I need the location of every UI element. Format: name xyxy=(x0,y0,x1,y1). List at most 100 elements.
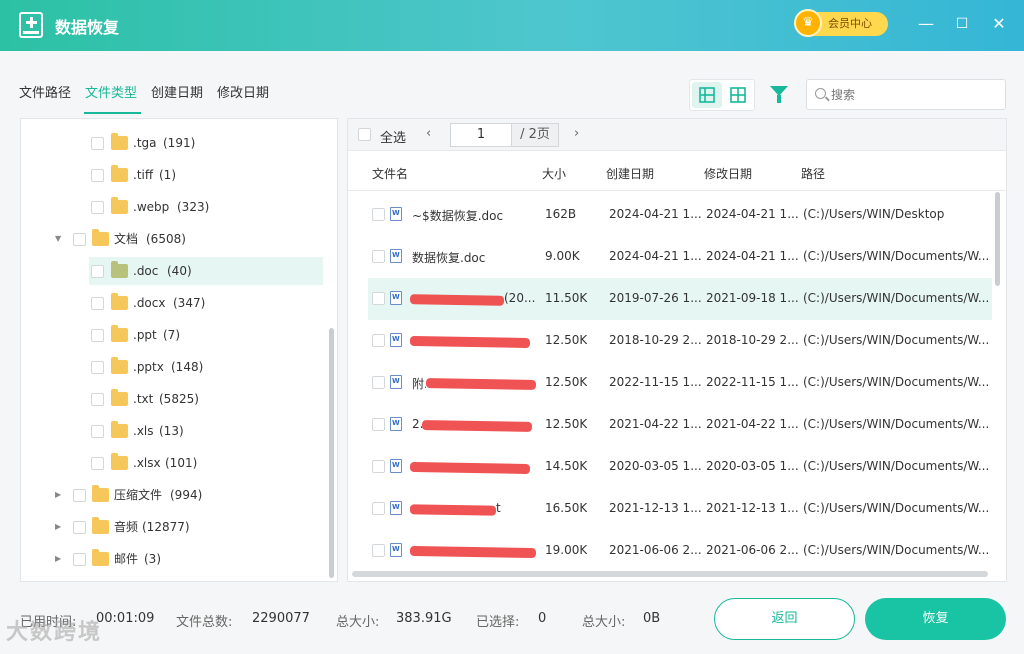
row-checkbox[interactable] xyxy=(372,292,385,305)
next-page-button[interactable]: › xyxy=(574,126,579,141)
file-path: (C:)/Users/WIN/Documents/W... xyxy=(803,291,989,305)
tree-item-tga[interactable]: .tga (191) xyxy=(91,129,323,157)
tree-checkbox[interactable] xyxy=(73,553,86,566)
column-header-modified[interactable]: 修改日期 xyxy=(704,165,752,182)
word-doc-icon xyxy=(390,459,402,473)
maximize-button[interactable]: ☐ xyxy=(952,14,972,34)
file-row[interactable]: t 16.50K 2021-12-13 1... 2021-12-13 1...… xyxy=(368,488,992,530)
tree-item-count: (191) xyxy=(163,136,196,150)
column-header-created[interactable]: 创建日期 xyxy=(606,165,654,182)
tab-file-path[interactable]: 文件路径 xyxy=(19,82,71,101)
tree-checkbox[interactable] xyxy=(91,329,104,342)
tree-item-tiff[interactable]: .tiff (1) xyxy=(91,161,323,189)
expand-arrow-icon[interactable]: ▶ xyxy=(55,545,65,573)
tree-checkbox[interactable] xyxy=(91,361,104,374)
row-checkbox[interactable] xyxy=(372,544,385,557)
row-checkbox[interactable] xyxy=(372,208,385,221)
tree-checkbox[interactable] xyxy=(91,457,104,470)
page-number-input[interactable]: 1 xyxy=(450,123,512,147)
file-row[interactable]: 14.50K 2020-03-05 1... 2020-03-05 1... (… xyxy=(368,446,992,488)
redaction-mark xyxy=(409,504,497,516)
list-view-button[interactable] xyxy=(692,82,722,108)
tree-item-count: (5825) xyxy=(159,392,199,406)
tree-item-xls[interactable]: .xls (13) xyxy=(91,417,323,445)
file-row[interactable]: 附... 12.50K 2022-11-15 1... 2022-11-15 1… xyxy=(368,362,992,404)
row-checkbox[interactable] xyxy=(372,250,385,263)
list-horizontal-scrollbar[interactable] xyxy=(352,571,988,577)
expand-arrow-icon[interactable]: ▶ xyxy=(55,513,65,541)
total-size-value: 383.91G xyxy=(396,611,452,626)
redaction-mark xyxy=(409,294,505,306)
file-row[interactable]: 2... 12.50K 2021-04-22 1... 2021-04-22 1… xyxy=(368,404,992,446)
file-size: 9.00K xyxy=(545,249,580,263)
filter-icon[interactable] xyxy=(770,86,788,103)
search-input[interactable] xyxy=(831,85,999,105)
column-header-name[interactable]: 文件名 xyxy=(372,165,408,182)
tree-item-archives[interactable]: ▶ 压缩文件 (994) xyxy=(55,481,323,509)
tree-checkbox[interactable] xyxy=(91,201,104,214)
row-checkbox[interactable] xyxy=(372,460,385,473)
prev-page-button[interactable]: ‹ xyxy=(426,126,431,141)
tab-modified-date[interactable]: 修改日期 xyxy=(217,82,269,101)
select-all-checkbox[interactable] xyxy=(358,128,371,141)
column-header-size[interactable]: 大小 xyxy=(542,165,566,182)
vip-center-button[interactable]: ♛ 会员中心 xyxy=(794,9,888,37)
file-modified: 2024-04-21 1... xyxy=(706,207,799,221)
tab-created-date[interactable]: 创建日期 xyxy=(151,82,203,101)
tree-item-txt[interactable]: .txt (5825) xyxy=(91,385,323,413)
tree-checkbox[interactable] xyxy=(73,233,86,246)
tree-item-documents[interactable]: ▼ 文档 (6508) xyxy=(55,225,323,253)
file-size: 12.50K xyxy=(545,333,588,347)
row-checkbox[interactable] xyxy=(372,376,385,389)
tree-scrollbar[interactable] xyxy=(329,328,334,578)
expand-arrow-icon[interactable]: ▼ xyxy=(55,225,65,253)
file-modified: 2021-09-18 1... xyxy=(706,291,799,305)
tree-item-webp[interactable]: .webp (323) xyxy=(91,193,323,221)
file-row-selected[interactable]: (20... 11.50K 2019-07-26 1... 2021-09-18… xyxy=(368,278,992,320)
tree-checkbox[interactable] xyxy=(73,521,86,534)
file-created: 2021-06-06 2... xyxy=(609,543,702,557)
back-button[interactable]: 返回 xyxy=(714,598,855,640)
pager-bar: 全选 ‹ 1 / 2页 › xyxy=(348,119,1006,151)
tree-checkbox[interactable] xyxy=(91,425,104,438)
folder-icon xyxy=(92,485,109,502)
tab-file-type[interactable]: 文件类型 xyxy=(85,82,137,101)
file-name: 数据恢复.doc xyxy=(412,251,486,265)
tree-item-label: 文档 xyxy=(114,232,139,246)
file-row[interactable]: 数据恢复.doc 9.00K 2024-04-21 1... 2024-04-2… xyxy=(368,236,992,278)
tree-checkbox[interactable] xyxy=(91,169,104,182)
file-row[interactable]: 19.00K 2021-06-06 2... 2021-06-06 2... (… xyxy=(368,530,992,572)
tree-item-pptx[interactable]: .pptx (148) xyxy=(91,353,323,381)
file-created: 2022-11-15 1... xyxy=(609,375,702,389)
tree-item-mail[interactable]: ▶ 邮件 (3) xyxy=(55,545,323,573)
folder-icon xyxy=(111,389,128,406)
file-row[interactable]: ~$数据恢复.doc 162B 2024-04-21 1... 2024-04-… xyxy=(368,194,992,236)
close-button[interactable]: ✕ xyxy=(989,14,1009,34)
tree-checkbox[interactable] xyxy=(91,393,104,406)
tree-item-doc[interactable]: .doc (40) xyxy=(89,257,323,285)
row-checkbox[interactable] xyxy=(372,418,385,431)
tree-checkbox[interactable] xyxy=(91,265,104,278)
folder-icon xyxy=(92,517,109,534)
word-doc-icon xyxy=(390,291,402,305)
file-name: (20... xyxy=(504,291,536,305)
minimize-button[interactable]: — xyxy=(916,14,936,34)
tree-item-audio[interactable]: ▶ 音频 (12877) xyxy=(55,513,323,541)
tree-item-ppt[interactable]: .ppt (7) xyxy=(91,321,323,349)
tree-checkbox[interactable] xyxy=(91,297,104,310)
tree-checkbox[interactable] xyxy=(73,489,86,502)
row-checkbox[interactable] xyxy=(372,502,385,515)
file-path: (C:)/Users/WIN/Desktop xyxy=(803,207,945,221)
column-header-path[interactable]: 路径 xyxy=(801,165,825,182)
grid-view-button[interactable] xyxy=(723,82,753,108)
tree-checkbox[interactable] xyxy=(91,137,104,150)
file-path: (C:)/Users/WIN/Documents/W... xyxy=(803,501,989,515)
list-vertical-scrollbar[interactable] xyxy=(995,192,1000,286)
title-bar: 数据恢复 ♛ 会员中心 — ☐ ✕ xyxy=(0,0,1024,51)
tree-item-xlsx[interactable]: .xlsx (101) xyxy=(91,449,323,477)
file-row[interactable]: 12.50K 2018-10-29 2... 2018-10-29 2... (… xyxy=(368,320,992,362)
row-checkbox[interactable] xyxy=(372,334,385,347)
restore-button[interactable]: 恢复 xyxy=(865,598,1006,640)
expand-arrow-icon[interactable]: ▶ xyxy=(55,481,65,509)
tree-item-docx[interactable]: .docx (347) xyxy=(91,289,323,317)
